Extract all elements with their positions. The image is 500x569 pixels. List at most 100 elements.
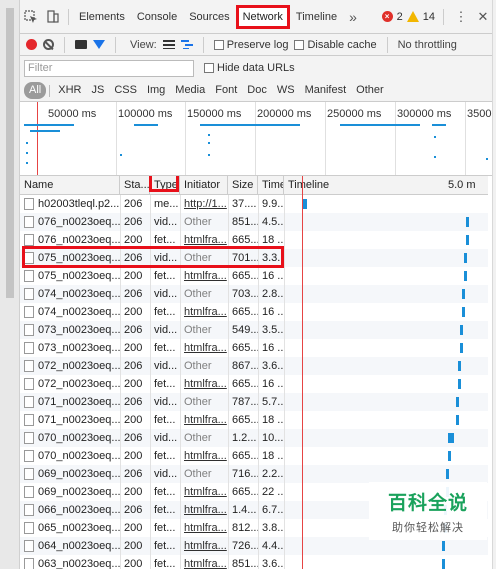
type-filter-media[interactable]: Media <box>170 82 210 99</box>
row-initiator[interactable]: htmlfra... <box>180 519 228 537</box>
row-initiator: Other <box>184 396 212 408</box>
right-scrollbar[interactable] <box>492 0 496 569</box>
row-initiator[interactable]: htmlfra... <box>180 501 228 519</box>
table-row[interactable]: 071_n0023oeq... 206 vid... Other 787... 5.7..… <box>20 393 488 411</box>
table-row[interactable]: 076_n0023oeq... 206 vid... Other 851... 4.5..… <box>20 213 488 231</box>
inspect-element-icon[interactable] <box>20 6 42 28</box>
row-initiator[interactable]: htmlfra... <box>180 447 228 465</box>
left-scrollbar-thumb[interactable] <box>6 8 14 298</box>
row-initiator: Other <box>184 288 212 300</box>
type-filter-manifest[interactable]: Manifest <box>300 82 352 99</box>
table-row[interactable]: 071_n0023oeq... 200 fet... htmlfra... 665...… <box>20 411 488 429</box>
tab-console[interactable]: Console <box>131 0 183 34</box>
column-initiator[interactable]: Initiator <box>180 176 228 195</box>
table-row[interactable]: 069_n0023oeq... 206 vid... Other 716... 2.2..… <box>20 465 488 483</box>
checkbox-box[interactable] <box>204 63 214 73</box>
type-filter-all[interactable]: All <box>24 82 47 99</box>
row-initiator: Other <box>184 468 212 480</box>
type-filter-other[interactable]: Other <box>351 82 389 99</box>
hide-data-urls-label: Hide data URLs <box>217 62 295 74</box>
overview-tick-label: 150000 ms <box>187 108 242 120</box>
disable-cache-checkbox[interactable]: Disable cache <box>294 38 377 51</box>
column-time[interactable]: Time <box>258 176 284 195</box>
tab-elements[interactable]: Elements <box>73 0 131 34</box>
table-row[interactable]: 072_n0023oeq... 206 vid... Other 867... 3.6..… <box>20 357 488 375</box>
row-status: 200 <box>124 450 143 462</box>
table-row[interactable]: 074_n0023oeq... 200 fet... htmlfra... 665...… <box>20 303 488 321</box>
overview-point <box>26 162 28 164</box>
type-filter-xhr[interactable]: XHR <box>53 82 86 99</box>
preserve-log-label: Preserve log <box>226 38 289 51</box>
timeline-overview[interactable]: 50000 ms 100000 ms 150000 ms 200000 ms 2… <box>20 102 496 176</box>
more-options-icon[interactable]: ⋮ <box>452 9 470 25</box>
row-type: vid... <box>154 324 178 336</box>
type-filter-js[interactable]: JS <box>86 82 109 99</box>
row-name: 063_n0023oeq... <box>20 555 120 569</box>
row-time: 3.6... <box>262 558 284 569</box>
row-initiator[interactable]: htmlfra... <box>180 339 228 357</box>
table-row[interactable]: 070_n0023oeq... 200 fet... htmlfra... 665...… <box>20 447 488 465</box>
row-name-text: 076_n0023oeq... <box>38 234 120 246</box>
column-status[interactable]: Sta... <box>120 176 150 195</box>
disable-cache-label: Disable cache <box>307 38 377 51</box>
column-size[interactable]: Size <box>228 176 258 195</box>
type-filter-doc[interactable]: Doc <box>242 82 272 99</box>
issue-badges[interactable]: × 2 14 ⋮ ✕ <box>381 8 496 25</box>
table-row[interactable]: 073_n0023oeq... 206 vid... Other 549... 3.5..… <box>20 321 488 339</box>
table-row[interactable]: 075_n0023oeq... 200 fet... htmlfra... 665...… <box>20 267 488 285</box>
row-initiator[interactable]: htmlfra... <box>180 267 228 285</box>
large-rows-icon[interactable] <box>162 40 175 49</box>
type-filter-ws[interactable]: WS <box>272 82 300 99</box>
type-filter-css[interactable]: CSS <box>109 82 142 99</box>
row-initiator[interactable]: htmlfra... <box>180 555 228 569</box>
row-time: 2.8... <box>262 288 284 300</box>
waterfall-bar <box>448 451 451 461</box>
device-mode-icon[interactable] <box>42 6 64 28</box>
row-initiator[interactable]: htmlfra... <box>180 483 228 501</box>
table-row[interactable]: 072_n0023oeq... 200 fet... htmlfra... 665...… <box>20 375 488 393</box>
row-initiator[interactable]: htmlfra... <box>180 303 228 321</box>
capture-screenshots-icon[interactable] <box>75 40 87 49</box>
table-row[interactable]: 070_n0023oeq... 206 vid... Other 1.2... 10...… <box>20 429 488 447</box>
type-filter-font[interactable]: Font <box>210 82 242 99</box>
tab-network[interactable]: Network <box>235 4 290 29</box>
row-initiator[interactable]: htmlfra... <box>180 537 228 555</box>
tab-timeline[interactable]: Timeline <box>290 0 343 34</box>
checkbox-box[interactable] <box>294 39 305 50</box>
table-row[interactable]: 063_n0023oeq... 200 fet... htmlfra... 851...… <box>20 555 488 569</box>
filter-input[interactable] <box>24 59 194 77</box>
file-icon <box>24 270 34 283</box>
table-row[interactable]: h02003tleql.p2... 206 me... http://1... 37..… <box>20 195 488 213</box>
preserve-log-checkbox[interactable]: Preserve log <box>213 38 289 51</box>
toolbar-divider <box>443 8 444 25</box>
row-initiator[interactable]: http://1... <box>180 195 228 213</box>
row-type: fet... <box>154 270 176 282</box>
file-icon <box>24 342 34 355</box>
waterfall-bar <box>466 217 469 227</box>
close-icon[interactable]: ✕ <box>474 9 492 25</box>
hide-data-urls-checkbox[interactable]: Hide data URLs <box>204 62 295 74</box>
checkbox-box[interactable] <box>213 39 224 50</box>
type-filter-img[interactable]: Img <box>142 82 170 99</box>
file-icon <box>24 504 34 517</box>
filter-icon[interactable] <box>93 40 105 49</box>
column-name[interactable]: Name <box>20 176 120 195</box>
tab-sources[interactable]: Sources <box>183 0 235 34</box>
waterfall-bar <box>464 271 467 281</box>
record-icon[interactable] <box>26 39 37 50</box>
table-row[interactable]: 073_n0023oeq... 200 fet... htmlfra... 665...… <box>20 339 488 357</box>
waterfall-bar <box>448 433 454 443</box>
throttling-select[interactable]: No throttling <box>398 39 457 51</box>
file-icon <box>24 432 34 445</box>
clear-icon[interactable] <box>43 39 54 50</box>
table-row[interactable]: 074_n0023oeq... 206 vid... Other 703... 2.8..… <box>20 285 488 303</box>
overview-icon[interactable] <box>180 40 193 49</box>
waterfall-bar <box>458 379 461 389</box>
row-initiator[interactable]: htmlfra... <box>180 411 228 429</box>
more-tabs-button[interactable]: » <box>343 9 363 25</box>
row-status: 200 <box>124 522 143 534</box>
row-name-text: 064_n0023oeq... <box>38 540 120 552</box>
left-scrollbar[interactable] <box>0 0 20 569</box>
row-initiator[interactable]: htmlfra... <box>180 375 228 393</box>
row-size: 665... <box>232 450 258 462</box>
